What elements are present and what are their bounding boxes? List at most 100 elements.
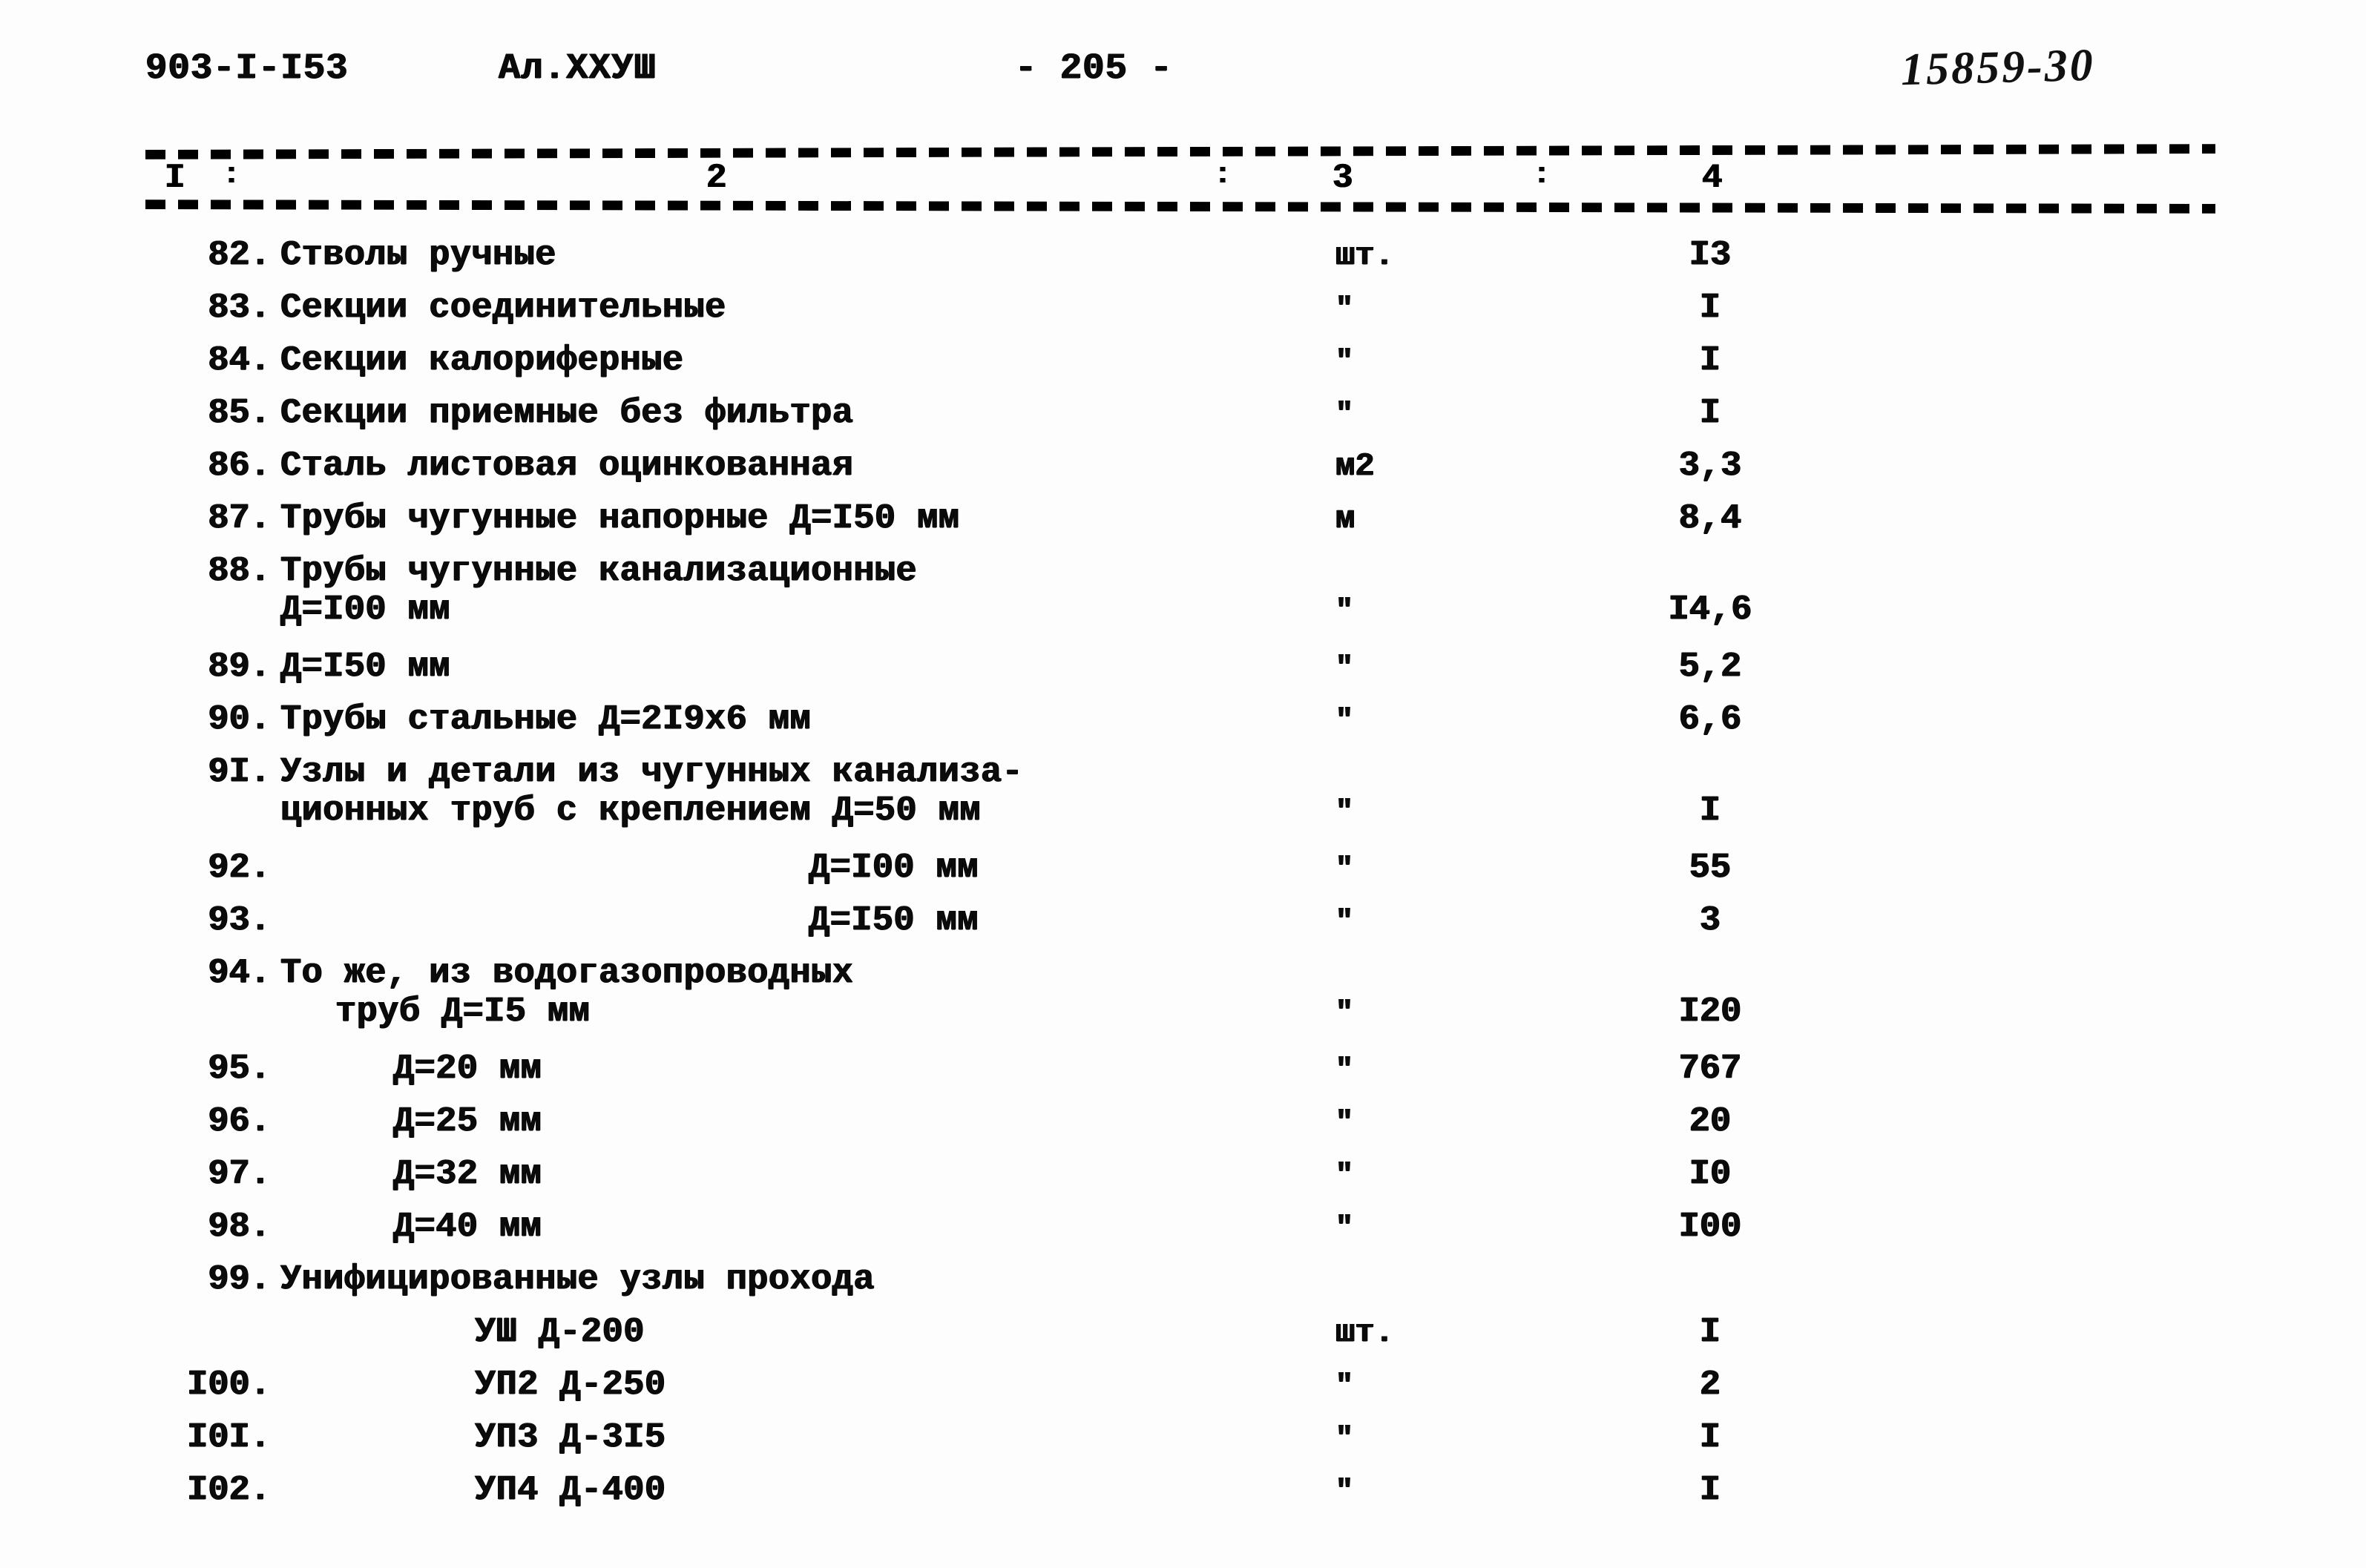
row-quantity: I	[1699, 1471, 1721, 1510]
row-description: УШ Д-200	[475, 1313, 645, 1352]
table-row: 9I. Узлы и детали из чугунных канализа-ци…	[0, 753, 2366, 849]
row-quantity: 2	[1699, 1366, 1721, 1405]
row-unit: "	[1335, 1423, 1354, 1456]
column-separator-2: :	[1214, 159, 1232, 192]
row-description: Стволы ручные	[280, 236, 556, 275]
table-row: 87. Трубы чугунные напорные Д=I50 мм м 8,4	[0, 499, 2366, 552]
row-quantity: I20	[1678, 992, 1742, 1032]
column-number-3: 3	[1332, 159, 1353, 197]
row-number: 94.	[208, 954, 271, 993]
row-quantity: I00	[1678, 1208, 1742, 1247]
row-number: 93.	[208, 901, 271, 941]
row-description: То же, из водогазопроводных	[280, 954, 854, 993]
row-number: 87.	[208, 499, 271, 538]
column-number-1: I	[165, 159, 185, 197]
row-description: УП3 Д-3I5	[475, 1418, 666, 1457]
row-quantity: I	[1699, 1418, 1721, 1457]
row-quantity: 3,3	[1678, 447, 1742, 486]
row-number: 9I.	[208, 753, 271, 792]
table-column-header: I : 2 : 3 : 4	[0, 159, 2366, 206]
row-unit: "	[1335, 906, 1354, 939]
table-row: 82. Стволы ручные шт. I3	[0, 236, 2366, 289]
row-unit: "	[1335, 796, 1354, 829]
row-number: 89.	[208, 648, 271, 687]
row-quantity: I	[1699, 394, 1721, 433]
table-row: I00. УП2 Д-250 " 2	[0, 1366, 2366, 1418]
table-row: 85. Секции приемные без фильтра " I	[0, 394, 2366, 447]
table-row: I0I. УП3 Д-3I5 " I	[0, 1418, 2366, 1471]
row-description: Д=40 мм	[393, 1208, 542, 1247]
row-quantity: 3	[1699, 901, 1721, 941]
row-description-line2: ционных труб с креплением Д=50 мм	[280, 791, 981, 831]
row-description: Д=I50 мм	[280, 648, 450, 687]
row-quantity: I	[1699, 341, 1721, 381]
table-row: 84. Секции калориферные " I	[0, 341, 2366, 394]
table-row: УШ Д-200 шт. I	[0, 1313, 2366, 1366]
row-description-line2: Д=I00 мм	[280, 590, 450, 630]
row-quantity: 20	[1689, 1102, 1732, 1142]
column-number-4: 4	[1702, 159, 1723, 197]
row-quantity: 55	[1689, 849, 1732, 888]
column-separator-3: :	[1533, 159, 1551, 192]
table-row: 98. Д=40 мм " I00	[0, 1208, 2366, 1260]
row-description: Трубы чугунные напорные Д=I50 мм	[280, 499, 960, 538]
row-description-line2: труб Д=I5 мм	[335, 992, 591, 1032]
album-label: Ал.XXУШ	[499, 47, 657, 89]
table-row: 99. Унифицированные узлы прохода	[0, 1260, 2366, 1313]
table-row: I02. УП4 Д-400 " I	[0, 1471, 2366, 1523]
row-number: 98.	[208, 1208, 271, 1247]
row-number: 83.	[208, 289, 271, 328]
table-row: 83. Секции соединительные " I	[0, 289, 2366, 341]
row-unit: "	[1335, 1475, 1354, 1509]
row-description: Трубы чугунные канализационные	[280, 552, 918, 591]
row-quantity: I4,6	[1668, 590, 1752, 630]
row-unit: шт.	[1335, 237, 1395, 274]
row-unit: шт.	[1335, 1314, 1395, 1351]
table-row: 95. Д=20 мм " 767	[0, 1050, 2366, 1102]
document-header: 903-I-I53 Ал.XXУШ - 205 - 15859-30	[0, 39, 2366, 108]
table-row: 88. Трубы чугунные канализационные Д=I00 м…	[0, 552, 2366, 648]
table-row: 93. Д=I50 мм " 3	[0, 901, 2366, 954]
row-unit: "	[1335, 346, 1354, 379]
row-number: 84.	[208, 341, 271, 381]
row-description: Секции соединительные	[280, 289, 726, 328]
row-description: Узлы и детали из чугунных канализа-	[280, 753, 1024, 792]
row-quantity: I	[1699, 791, 1721, 831]
row-unit: "	[1335, 652, 1354, 685]
table-row: 90. Трубы стальные Д=2I9х6 мм " 6,6	[0, 700, 2366, 753]
row-description: Унифицированные узлы прохода	[280, 1260, 875, 1299]
document-page: 903-I-I53 Ал.XXУШ - 205 - 15859-30 I : 2…	[0, 0, 2366, 1568]
row-number: 95.	[208, 1050, 271, 1089]
row-description: Секции приемные без фильтра	[280, 394, 854, 433]
table-row: 92. Д=I00 мм " 55	[0, 849, 2366, 901]
table-body: 82. Стволы ручные шт. I3 83. Секции соедините…	[0, 236, 2366, 1523]
archive-stamp: 15859-30	[1900, 39, 2096, 96]
row-unit: "	[1335, 1159, 1354, 1193]
row-description: Д=I00 мм	[809, 849, 979, 888]
row-unit: м2	[1335, 448, 1375, 485]
row-number: 97.	[208, 1155, 271, 1194]
row-description: Сталь листовая оцинкованная	[280, 447, 854, 486]
row-unit: м	[1335, 501, 1355, 538]
row-description: Д=I50 мм	[809, 901, 979, 941]
row-number: 88.	[208, 552, 271, 591]
row-unit: "	[1335, 853, 1354, 886]
row-quantity: I3	[1689, 236, 1732, 275]
row-description: Трубы стальные Д=2I9х6 мм	[280, 700, 812, 739]
row-number: I00.	[187, 1366, 271, 1405]
document-code: 903-I-I53	[145, 47, 349, 89]
page-number: - 205 -	[1015, 47, 1173, 89]
column-separator-1: :	[223, 159, 241, 192]
row-number: 86.	[208, 447, 271, 486]
row-number: 96.	[208, 1102, 271, 1142]
row-quantity: 8,4	[1678, 499, 1742, 538]
row-unit: "	[1335, 1370, 1354, 1403]
row-description: Д=20 мм	[393, 1050, 542, 1089]
row-number: I02.	[187, 1471, 271, 1510]
row-number: 90.	[208, 700, 271, 739]
table-row: 96. Д=25 мм " 20	[0, 1102, 2366, 1155]
row-description: Д=32 мм	[393, 1155, 542, 1194]
row-number: 82.	[208, 236, 271, 275]
row-description: УП2 Д-250	[475, 1366, 666, 1405]
row-number: 85.	[208, 394, 271, 433]
